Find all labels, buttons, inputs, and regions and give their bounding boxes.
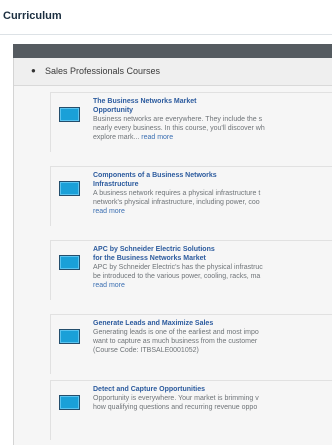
course-title-link[interactable]: Components of a Business Networks	[93, 171, 332, 180]
course-title-link[interactable]: Detect and Capture Opportunities	[93, 385, 332, 394]
course-description: network's physical infrastructure, inclu…	[93, 199, 260, 206]
bullet-icon: ●	[31, 66, 36, 75]
course-item[interactable]: Detect and Capture Opportunities Opportu…	[50, 380, 332, 440]
course-description: explore mark...	[93, 134, 140, 141]
course-item[interactable]: The Business Networks Market Opportunity…	[50, 92, 332, 152]
course-icon	[59, 107, 80, 122]
course-description: APC by Schneider Electric's has the phys…	[93, 264, 263, 271]
course-title-link[interactable]: Infrastructure	[93, 180, 332, 189]
section-label: Sales Professionals Courses	[45, 66, 161, 76]
course-icon	[59, 181, 80, 196]
curriculum-page: Curriculum ● Sales Professionals Courses…	[0, 0, 332, 445]
course-item[interactable]: Generate Leads and Maximize Sales Genera…	[50, 314, 332, 374]
course-description: nearly every business. In this course, y…	[93, 125, 265, 132]
course-text: Components of a Business Networks Infras…	[93, 171, 332, 216]
course-title-link[interactable]: The Business Networks Market	[93, 97, 332, 106]
course-description: Opportunity is everywhere. Your market i…	[93, 395, 259, 402]
section-header[interactable]: ● Sales Professionals Courses	[14, 58, 332, 86]
course-description: Generating leads is one of the earliest …	[93, 329, 259, 336]
course-text: The Business Networks Market Opportunity…	[93, 97, 332, 142]
course-description: want to capture as much business from th…	[93, 338, 258, 345]
curriculum-panel: ● Sales Professionals Courses The Busine…	[13, 58, 332, 445]
title-divider	[0, 34, 332, 35]
read-more-link[interactable]: read more	[93, 281, 332, 290]
course-title-link[interactable]: for the Business Networks Market	[93, 254, 332, 263]
course-title-link[interactable]: Generate Leads and Maximize Sales	[93, 319, 332, 328]
curriculum-header-bar	[13, 44, 332, 58]
course-description: Business networks are everywhere. They i…	[93, 116, 263, 123]
course-description-end: explore mark... read more	[93, 133, 332, 142]
course-code: (Course Code: ITBSALE0001052)	[93, 347, 199, 354]
course-icon	[59, 255, 80, 270]
course-item[interactable]: APC by Schneider Electric Solutions for …	[50, 240, 332, 300]
read-more-link[interactable]: read more	[93, 207, 332, 216]
course-text: Detect and Capture Opportunities Opportu…	[93, 385, 332, 412]
read-more-link[interactable]: read more	[141, 134, 173, 141]
course-description: A business network requires a physical i…	[93, 190, 261, 197]
course-description: be introduced to the various power, cool…	[93, 273, 261, 280]
course-item[interactable]: Components of a Business Networks Infras…	[50, 166, 332, 226]
course-icon	[59, 329, 80, 344]
course-description: how qualifying questions and recurring r…	[93, 404, 258, 411]
course-title-link[interactable]: Opportunity	[93, 106, 332, 115]
page-title: Curriculum	[3, 10, 62, 22]
course-text: APC by Schneider Electric Solutions for …	[93, 245, 332, 290]
course-icon	[59, 395, 80, 410]
course-text: Generate Leads and Maximize Sales Genera…	[93, 319, 332, 355]
course-title-link[interactable]: APC by Schneider Electric Solutions	[93, 245, 332, 254]
